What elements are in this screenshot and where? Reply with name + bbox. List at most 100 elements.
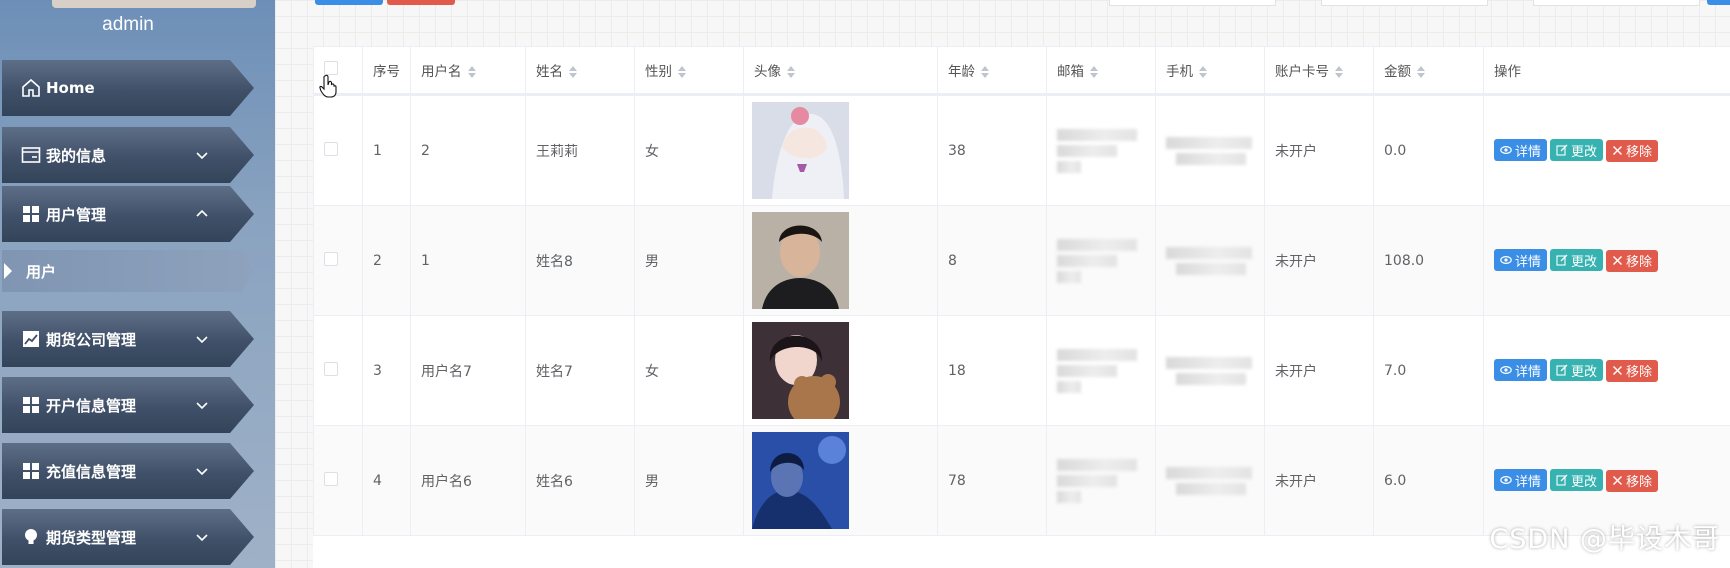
cell-name: 姓名8	[525, 205, 635, 316]
cell-phone	[1155, 315, 1265, 426]
sidebar-item-home[interactable]: Home	[2, 60, 254, 116]
sidebar-item-label: 期货类型管理	[46, 528, 137, 547]
redacted-email	[1057, 238, 1155, 283]
row-checkbox[interactable]	[324, 471, 338, 486]
sidebar-item-recharge[interactable]: 充值信息管理	[2, 443, 254, 499]
sort-icon[interactable]	[1199, 66, 1207, 78]
header-avatar[interactable]: 头像	[743, 46, 938, 96]
detail-button[interactable]: 详情	[1494, 469, 1548, 492]
user-avatar	[52, 0, 256, 8]
sidebar-item-futures-company[interactable]: 期货公司管理	[2, 311, 254, 367]
sidebar-item-my-info[interactable]: 我的信息	[2, 127, 254, 183]
remove-button[interactable]: 移除	[1606, 139, 1659, 162]
search-input-2[interactable]	[1321, 0, 1488, 6]
redacted-phone	[1166, 466, 1264, 495]
sort-icon[interactable]	[1417, 66, 1425, 78]
header-label: 年龄	[948, 64, 975, 80]
search-input-3[interactable]	[1533, 0, 1700, 6]
avatar	[752, 102, 849, 199]
header-phone[interactable]: 手机	[1155, 46, 1265, 96]
cell-amount: 108.0	[1373, 205, 1484, 316]
toolbar-danger-button[interactable]	[387, 0, 455, 5]
main-content: 序号 用户名 姓名 性别 头像 年龄 邮箱 手机 账户卡号 金额 操作 1 2 王莉…	[275, 0, 1730, 568]
cell-phone	[1155, 205, 1265, 316]
trend-chart-icon	[20, 328, 42, 350]
cell-gender: 女	[634, 94, 744, 206]
cell-actions: 详情 更改 移除	[1483, 315, 1730, 426]
cell-actions: 详情 更改 移除	[1483, 94, 1730, 206]
row-checkbox[interactable]	[324, 251, 338, 266]
sort-icon[interactable]	[678, 66, 686, 78]
detail-button[interactable]: 详情	[1494, 139, 1548, 162]
close-icon	[1613, 146, 1623, 156]
row-select-cell	[313, 315, 363, 426]
avatar	[752, 322, 849, 419]
grid-icon	[20, 203, 42, 225]
search-input-1[interactable]	[1109, 0, 1276, 6]
header-age[interactable]: 年龄	[937, 46, 1047, 96]
sidebar-subitem-user[interactable]: 用户	[2, 250, 254, 292]
edit-button[interactable]: 更改	[1550, 359, 1604, 382]
sort-icon[interactable]	[1090, 66, 1098, 78]
sort-icon[interactable]	[1335, 66, 1343, 78]
row-checkbox[interactable]	[324, 361, 338, 376]
header-name[interactable]: 姓名	[525, 46, 635, 96]
cell-index: 4	[362, 425, 411, 536]
cell-username: 用户名7	[410, 315, 526, 426]
sort-icon[interactable]	[787, 66, 795, 78]
detail-button[interactable]: 详情	[1494, 359, 1548, 382]
header-gender[interactable]: 性别	[634, 46, 744, 96]
header-label: 姓名	[536, 64, 563, 80]
cell-avatar	[743, 425, 938, 536]
header-email[interactable]: 邮箱	[1046, 46, 1156, 96]
header-username[interactable]: 用户名	[410, 46, 526, 96]
remove-button[interactable]: 移除	[1606, 359, 1659, 382]
row-select-cell	[313, 94, 363, 206]
edit-button[interactable]: 更改	[1550, 139, 1604, 162]
edit-button[interactable]: 更改	[1550, 249, 1604, 272]
sort-icon[interactable]	[569, 66, 577, 78]
sidebar-item-label: 我的信息	[46, 146, 107, 165]
select-all-checkbox[interactable]	[324, 61, 338, 75]
row-checkbox[interactable]	[324, 141, 338, 156]
remove-button[interactable]: 移除	[1606, 469, 1659, 492]
header-account[interactable]: 账户卡号	[1264, 46, 1374, 96]
close-icon	[1613, 366, 1623, 376]
sidebar-item-account-opening[interactable]: 开户信息管理	[2, 377, 254, 433]
button-label: 更改	[1571, 144, 1598, 160]
sort-icon[interactable]	[467, 66, 476, 78]
button-label: 移除	[1626, 255, 1653, 271]
cell-amount: 0.0	[1373, 94, 1484, 206]
button-label: 更改	[1571, 364, 1598, 380]
header-label: 手机	[1166, 64, 1193, 80]
header-amount[interactable]: 金额	[1373, 46, 1484, 96]
detail-button[interactable]: 详情	[1494, 249, 1548, 272]
sidebar: admin Home 我的信息 用户管理 用户 期货公司管理 开户信息管理 充值…	[0, 0, 275, 568]
sidebar-item-user-management[interactable]: 用户管理	[2, 186, 254, 242]
edit-button[interactable]: 更改	[1550, 469, 1604, 492]
cell-age: 78	[937, 425, 1047, 536]
sidebar-item-label: 用户管理	[46, 205, 107, 224]
bulb-icon	[20, 526, 42, 548]
header-actions: 操作	[1483, 46, 1730, 96]
watermark: CSDN @毕设木哥	[1489, 524, 1720, 555]
cell-avatar	[743, 315, 938, 426]
eye-icon	[1500, 256, 1512, 265]
sidebar-item-futures-type[interactable]: 期货类型管理	[2, 509, 254, 565]
chevron-down-icon	[196, 468, 208, 476]
table-row[interactable]: 1 2 王莉莉女 38 未开户 0.0 详情 更改 移除	[313, 94, 1730, 206]
row-select-cell	[313, 205, 363, 316]
remove-button[interactable]: 移除	[1606, 249, 1659, 272]
sort-icon[interactable]	[981, 66, 989, 78]
button-label: 详情	[1515, 254, 1542, 270]
avatar	[752, 432, 849, 529]
button-label: 更改	[1571, 474, 1598, 490]
sidebar-item-label: 开户信息管理	[46, 396, 137, 415]
table-row[interactable]: 2 1 姓名8 男 8 未开户 108.0 详情 更改 移除	[313, 205, 1730, 316]
table-row[interactable]: 3 用户名7 姓名7 女 18 未开户 7.0 详情 更改 移除	[313, 315, 1730, 426]
close-icon	[1613, 476, 1623, 486]
search-button[interactable]	[1707, 0, 1730, 5]
row-select-cell	[313, 425, 363, 536]
cell-name: 姓名6	[525, 425, 635, 536]
toolbar-primary-button[interactable]	[315, 0, 383, 5]
